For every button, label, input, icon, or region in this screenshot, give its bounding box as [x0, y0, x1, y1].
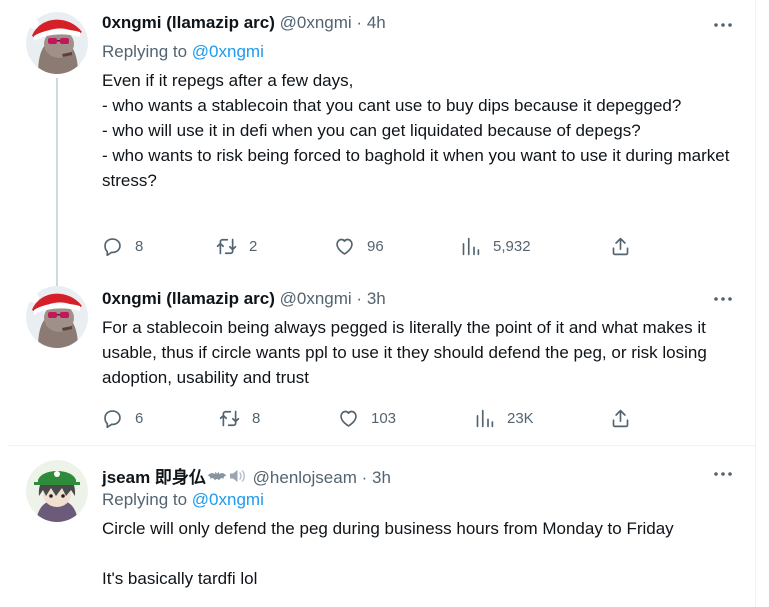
- retweet-button[interactable]: 8: [219, 406, 260, 430]
- reply-count: 8: [135, 237, 144, 255]
- bat-emoji-icon: [207, 469, 227, 489]
- views-icon: [476, 409, 494, 427]
- tweet-text: For a stablecoin being always pegged is …: [102, 315, 732, 390]
- avatar[interactable]: [26, 286, 88, 348]
- timestamp[interactable]: 4h: [367, 13, 386, 32]
- author-name[interactable]: 0xngmi (llamazip arc): [102, 289, 275, 308]
- author-handle[interactable]: @0xngmi: [280, 13, 352, 32]
- replying-label: Replying to: [102, 42, 188, 61]
- reply-icon: [104, 409, 121, 428]
- tweet-text-line: For a stablecoin being always pegged is …: [102, 318, 707, 387]
- retweet-count: 8: [252, 409, 261, 427]
- separator: ·: [356, 13, 363, 32]
- timestamp[interactable]: 3h: [372, 468, 391, 487]
- reply-button[interactable]: 8: [102, 234, 143, 258]
- replying-handle-link[interactable]: @0xngmi: [192, 490, 264, 509]
- views-button[interactable]: 5,932: [460, 234, 531, 258]
- author-handle[interactable]: @0xngmi: [280, 289, 352, 308]
- author-name[interactable]: 0xngmi (llamazip arc): [102, 13, 275, 32]
- timeline-border-right: [755, 0, 756, 607]
- retweet-icon: [216, 238, 237, 254]
- like-count: 96: [367, 237, 384, 255]
- retweet-icon: [219, 410, 240, 426]
- reply-button[interactable]: 6: [102, 406, 143, 430]
- replying-to: Replying to @0xngmi: [102, 490, 264, 510]
- like-button[interactable]: 96: [334, 234, 384, 258]
- separator: ·: [356, 289, 363, 308]
- reply-icon: [104, 237, 121, 256]
- retweet-button[interactable]: 2: [216, 234, 257, 258]
- like-button[interactable]: 103: [338, 406, 396, 430]
- like-icon: [336, 238, 353, 255]
- tweet-header: jseam 即身仏 @henlojseam · 3h: [102, 463, 391, 489]
- tweet-3[interactable]: jseam 即身仏 @henlojseam · 3h Replying to @…: [0, 446, 755, 607]
- replying-label: Replying to: [102, 490, 188, 509]
- tweet-text-line: It's basically tardfi lol: [102, 569, 258, 588]
- author-handle[interactable]: @henlojseam: [253, 468, 357, 487]
- tweet-text-line: - who wants to risk being forced to bagh…: [102, 146, 730, 190]
- tweet-1[interactable]: 0xngmi (llamazip arc) @0xngmi · 4h Reply…: [0, 0, 755, 288]
- share-icon: [612, 409, 629, 427]
- view-count: 23K: [507, 409, 534, 427]
- replying-to: Replying to @0xngmi: [102, 42, 264, 62]
- tweet-text: Even if it repegs after a few days, - wh…: [102, 68, 732, 193]
- thread-connector: [56, 78, 58, 288]
- tweet-2[interactable]: 0xngmi (llamazip arc) @0xngmi · 3h For a…: [0, 282, 755, 445]
- tweet-header: 0xngmi (llamazip arc) @0xngmi · 4h: [102, 13, 386, 33]
- avatar[interactable]: [26, 12, 88, 74]
- replying-handle-link[interactable]: @0xngmi: [192, 42, 264, 61]
- action-bar: 6 8 103 23K: [102, 406, 642, 430]
- more-options-button[interactable]: [712, 288, 734, 310]
- views-icon: [462, 237, 480, 255]
- view-count: 5,932: [493, 237, 531, 255]
- more-options-button[interactable]: [712, 463, 734, 485]
- tweet-text-line: - who will use it in defi when you can g…: [102, 121, 641, 140]
- share-button[interactable]: [610, 406, 631, 430]
- more-icon: [714, 23, 732, 27]
- tweet-header: 0xngmi (llamazip arc) @0xngmi · 3h: [102, 289, 386, 309]
- timestamp[interactable]: 3h: [367, 289, 386, 308]
- tweet-text-line: Even if it repegs after a few days,: [102, 71, 354, 90]
- more-icon: [714, 297, 732, 301]
- more-options-button[interactable]: [712, 14, 734, 36]
- action-bar: 8 2 96 5,932: [102, 234, 642, 258]
- tweet-text: Circle will only defend the peg during b…: [102, 516, 712, 591]
- reply-count: 6: [135, 409, 144, 427]
- speaker-emoji-icon: [228, 468, 248, 489]
- like-count: 103: [371, 409, 397, 427]
- tweet-text-line: Circle will only defend the peg during b…: [102, 519, 674, 538]
- separator: ·: [361, 468, 368, 487]
- share-icon: [612, 237, 629, 255]
- like-icon: [340, 410, 357, 427]
- author-name[interactable]: jseam 即身仏: [102, 468, 206, 487]
- retweet-count: 2: [249, 237, 258, 255]
- avatar[interactable]: [26, 460, 88, 522]
- more-icon: [714, 472, 732, 476]
- tweet-text-line: - who wants a stablecoin that you cant u…: [102, 96, 682, 115]
- views-button[interactable]: 23K: [474, 406, 534, 430]
- share-button[interactable]: [610, 234, 631, 258]
